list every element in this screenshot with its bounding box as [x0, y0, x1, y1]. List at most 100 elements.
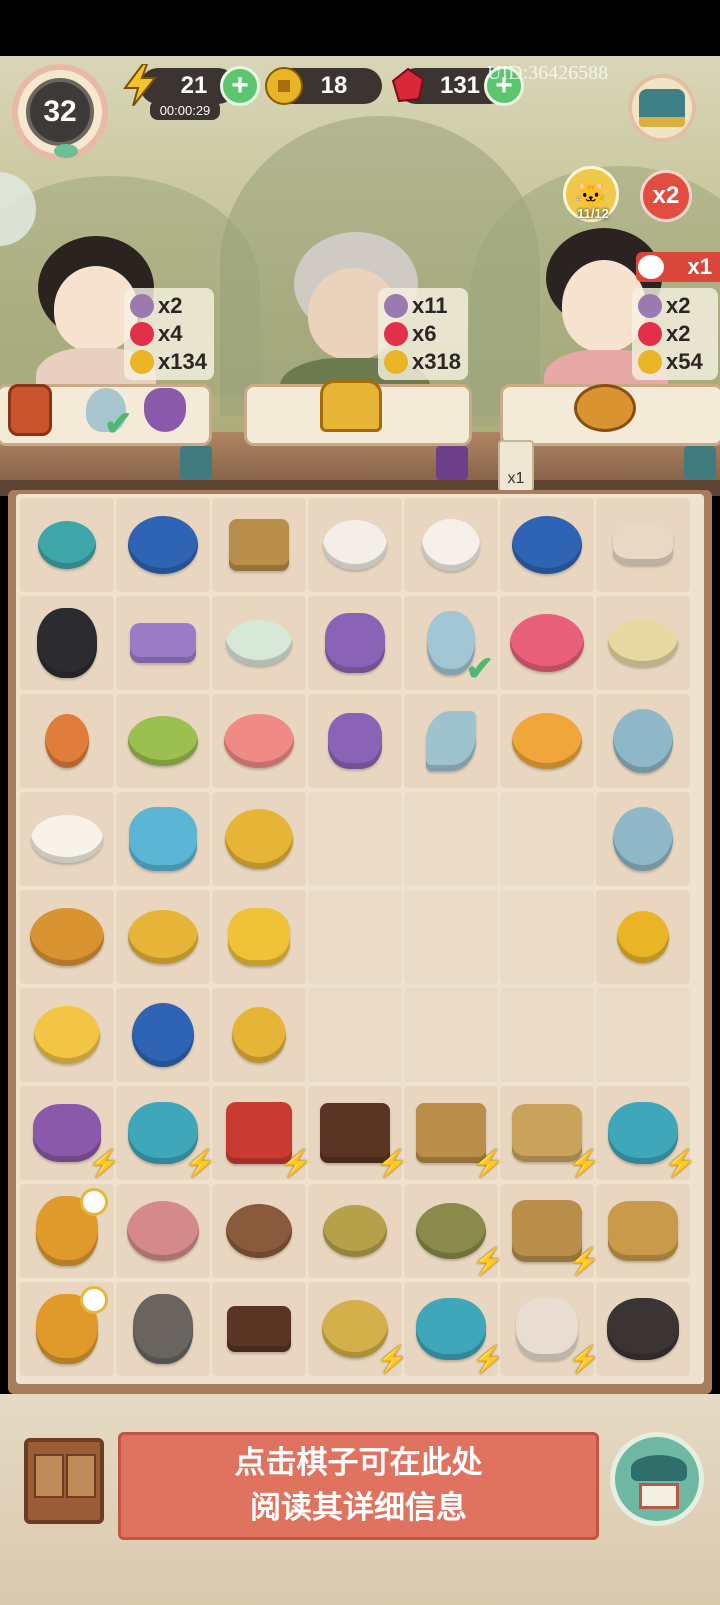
board-cell-cotton-bowl[interactable] — [308, 498, 402, 592]
board-cell-treasure-chest[interactable]: ⚡ — [308, 1086, 409, 1180]
scroll-reward[interactable]: x1 — [498, 440, 534, 492]
board-cell-spool[interactable]: ⚡ — [500, 1282, 600, 1376]
pavilion-button[interactable] — [610, 1432, 704, 1526]
board-cell-gold-coin[interactable] — [596, 890, 690, 984]
coin-icon — [384, 350, 408, 374]
board-cell-jade-ring[interactable] — [596, 792, 690, 886]
board-cell-porridge[interactable] — [212, 596, 306, 690]
sleeping-cat-icon — [607, 1298, 679, 1360]
status-bar — [0, 0, 720, 56]
board-cell-fruit-tray[interactable]: ⚡ — [500, 1086, 600, 1180]
cabinet-button[interactable] — [24, 1438, 104, 1524]
fried-egg-icon — [31, 815, 103, 863]
board-cell-empty[interactable] — [308, 988, 402, 1082]
board-cell-empty[interactable] — [596, 988, 690, 1082]
shop-button[interactable] — [628, 74, 696, 142]
board-cell-empty[interactable] — [404, 792, 498, 886]
ticket-icon[interactable] — [684, 446, 716, 480]
board-cell-jade-pendant[interactable]: ✔ — [404, 596, 498, 690]
roast-chicken-icon — [574, 384, 636, 432]
board-cell-thread-spool[interactable]: ⚡ — [20, 1086, 120, 1180]
coin-value: 18 — [320, 72, 348, 99]
board-cell-sleeping-cat[interactable] — [596, 1282, 690, 1376]
board-cell-empty[interactable] — [404, 890, 498, 984]
board-cell-pink-cake[interactable] — [212, 694, 306, 788]
req-qty: x11 — [412, 293, 448, 318]
req-row: x2 — [638, 320, 712, 348]
ticket-icon[interactable] — [436, 446, 468, 480]
flower-cake-icon — [510, 614, 584, 672]
info-line-2: 阅读其详细信息 — [250, 1490, 467, 1526]
board-cell-gold-ring[interactable] — [212, 988, 306, 1082]
spindle-icon — [613, 525, 673, 565]
jade-bracelet-icon — [128, 910, 198, 964]
cat-progress: 11/12 — [577, 206, 609, 221]
board-cell-roast-chicken[interactable] — [20, 890, 114, 984]
board-cell-fried-egg[interactable] — [20, 792, 114, 886]
energy-value: 21 — [180, 72, 208, 99]
board-cell-gold-bracelet[interactable] — [212, 792, 306, 886]
board-cell-gold-flowers[interactable] — [212, 890, 306, 984]
user-id: UID:36426588 — [487, 62, 609, 84]
lantern-icon — [8, 384, 52, 436]
check-icon: ✔ — [465, 650, 495, 688]
board-cell-spindle[interactable] — [596, 498, 690, 592]
board-cell-egg[interactable] — [20, 694, 114, 788]
board-cell-butterfly-pin[interactable] — [116, 792, 210, 886]
board-cell-fried-rice[interactable] — [500, 694, 594, 788]
flower-icon — [384, 322, 408, 346]
board-cell-rabbit-bowl[interactable] — [116, 1184, 210, 1278]
board-cell-empty[interactable] — [308, 890, 402, 984]
req-qty: x2 — [666, 321, 691, 346]
board-cell-egg-rice[interactable] — [20, 988, 114, 1082]
board-cell-teapot[interactable]: ⚡ — [116, 1086, 216, 1180]
board-cell-cloth[interactable] — [116, 596, 210, 690]
board-cell-jade-bracelet[interactable] — [116, 890, 210, 984]
board-cell-black-cat[interactable] — [20, 596, 114, 690]
board-cell-jar[interactable] — [20, 498, 114, 592]
board-cell-purple-pouch[interactable] — [308, 596, 402, 690]
board-cell-empty[interactable] — [308, 792, 402, 886]
tabby-cat-icon — [133, 1294, 193, 1364]
board-cell-jade-leaf[interactable] — [404, 694, 498, 788]
board-cell-empty[interactable] — [500, 988, 594, 1082]
board-cell-yarn-basket[interactable]: ⚡ — [404, 1184, 504, 1278]
board-cell-bean-soup[interactable] — [596, 596, 690, 690]
board-cell-basket[interactable] — [308, 1184, 402, 1278]
board-cell-wood-box[interactable] — [212, 1282, 306, 1376]
pink-cake-icon — [224, 714, 294, 768]
lightning-icon: ⚡ — [376, 1148, 409, 1178]
req-row: x318 — [384, 348, 462, 376]
board-cell-teapot[interactable]: ⚡ — [404, 1282, 504, 1376]
board-cell-green-soup[interactable] — [116, 694, 210, 788]
board-cell-scroll-box[interactable]: ⚡ — [212, 1086, 312, 1180]
board-cell-book-crate[interactable]: ⚡ — [404, 1086, 504, 1180]
multiplier-button[interactable]: x2 — [640, 170, 692, 222]
board-cell-tea-cup[interactable] — [116, 988, 210, 1082]
board-cell-melon-stand[interactable]: ⚡ — [500, 1184, 600, 1278]
board-cell-brushes[interactable] — [596, 1184, 690, 1278]
board-cell-tea-box[interactable] — [212, 498, 306, 592]
board-cell-empty[interactable] — [500, 792, 594, 886]
board-cell-hen-nest[interactable] — [20, 1282, 114, 1376]
board-cell-empty[interactable] — [500, 890, 594, 984]
board-cell-tea-bowl[interactable] — [116, 498, 210, 592]
req-row: x134 — [130, 348, 208, 376]
board-cell-tea-bowl[interactable] — [500, 498, 594, 592]
board-cell-empty[interactable] — [404, 988, 498, 1082]
level-badge[interactable]: 32 — [12, 64, 108, 160]
board-cell-hen-nest[interactable] — [20, 1184, 114, 1278]
board-cell-cotton[interactable] — [404, 498, 498, 592]
hairpin-icon — [130, 294, 154, 318]
board-cell-rice-basket[interactable]: ⚡ — [308, 1282, 408, 1376]
board-cell-small-pouch[interactable] — [308, 694, 402, 788]
board-cell-teapot[interactable]: ⚡ — [596, 1086, 696, 1180]
board-cell-flower-cake[interactable] — [500, 596, 594, 690]
board-cell-tabby-cat[interactable] — [116, 1282, 210, 1376]
add-energy-button[interactable]: + — [220, 66, 260, 106]
crown-icon — [320, 380, 382, 432]
rabbit-bowl-icon — [127, 1201, 199, 1261]
board-cell-jade-ring[interactable] — [596, 694, 690, 788]
board-cell-egg-nest[interactable] — [212, 1184, 306, 1278]
ticket-icon[interactable] — [180, 446, 212, 480]
